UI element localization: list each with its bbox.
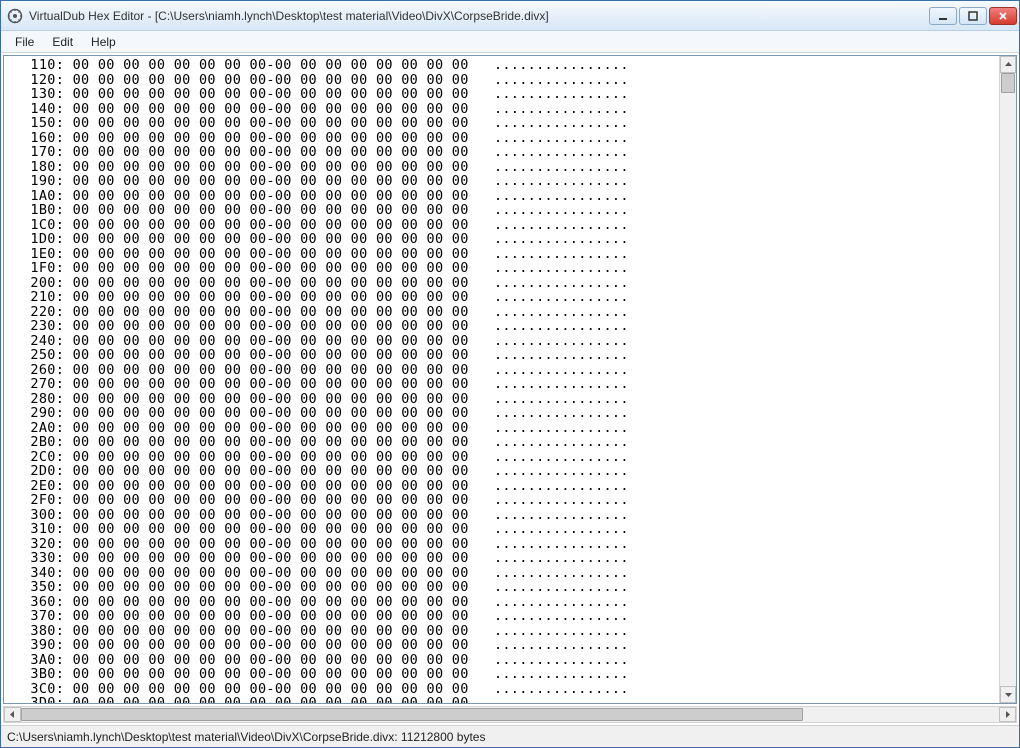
window-buttons [929, 7, 1019, 25]
scroll-right-button[interactable] [999, 707, 1016, 722]
hscroll-thumb[interactable] [21, 708, 803, 721]
titlebar[interactable]: VirtualDub Hex Editor - [C:\Users\niamh.… [1, 1, 1019, 31]
vscroll-thumb[interactable] [1001, 73, 1015, 93]
vertical-scrollbar[interactable] [999, 56, 1016, 703]
close-button[interactable] [989, 7, 1017, 25]
menubar: File Edit Help [1, 31, 1019, 53]
statusbar: C:\Users\niamh.lynch\Desktop\test materi… [1, 725, 1019, 747]
hex-view[interactable]: 110: 00 00 00 00 00 00 00 00-00 00 00 00… [4, 56, 999, 703]
menu-edit[interactable]: Edit [44, 33, 81, 51]
menu-file[interactable]: File [7, 33, 42, 51]
minimize-button[interactable] [929, 7, 957, 25]
menu-help[interactable]: Help [83, 33, 124, 51]
hscroll-track[interactable] [21, 707, 999, 722]
window-title: VirtualDub Hex Editor - [C:\Users\niamh.… [29, 9, 929, 23]
vscroll-track[interactable] [1000, 73, 1016, 686]
app-icon [7, 8, 23, 24]
horizontal-scrollbar[interactable] [3, 706, 1017, 723]
window-frame: VirtualDub Hex Editor - [C:\Users\niamh.… [0, 0, 1020, 748]
hex-text[interactable]: 110: 00 00 00 00 00 00 00 00-00 00 00 00… [4, 56, 999, 703]
scroll-left-button[interactable] [4, 707, 21, 722]
maximize-button[interactable] [959, 7, 987, 25]
content-area: 110: 00 00 00 00 00 00 00 00-00 00 00 00… [3, 55, 1017, 704]
scroll-down-button[interactable] [1000, 686, 1016, 703]
scroll-up-button[interactable] [1000, 56, 1016, 73]
status-text: C:\Users\niamh.lynch\Desktop\test materi… [7, 730, 485, 744]
